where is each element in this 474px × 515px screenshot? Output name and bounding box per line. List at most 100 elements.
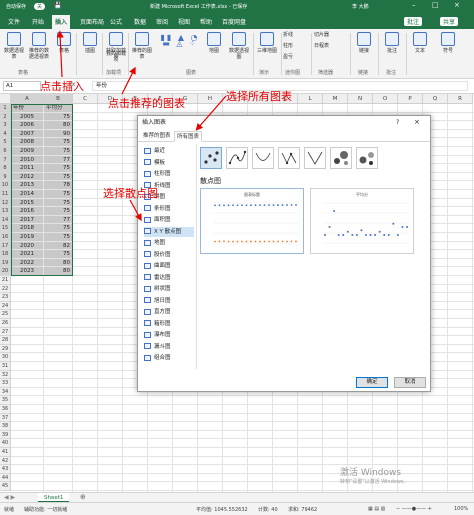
cell-score[interactable]: 75	[44, 190, 73, 199]
column-header-C[interactable]: C	[73, 94, 98, 104]
illustrations-button[interactable]: 插图	[78, 32, 102, 54]
recommended-pivot-button[interactable]: 推荐的数据透视表	[27, 32, 51, 60]
sparkline-column-button[interactable]: 柱形	[283, 43, 309, 49]
row-header[interactable]: 7	[0, 155, 11, 165]
row-header[interactable]: 11	[0, 190, 11, 199]
scatter-straight-subtype[interactable]	[304, 147, 326, 169]
cell-score[interactable]: 75	[44, 250, 73, 259]
cell-score[interactable]: 82	[44, 241, 73, 251]
cell-score[interactable]: 75	[44, 112, 73, 122]
row-header[interactable]: 24	[0, 301, 11, 311]
row-header[interactable]: 38	[0, 422, 11, 431]
cell-score[interactable]: 80	[44, 121, 73, 130]
row-header[interactable]: 36	[0, 405, 11, 414]
add-sheet-icon[interactable]: ⊕	[80, 493, 86, 501]
row-header[interactable]: 14	[0, 215, 11, 225]
cell-score[interactable]: 75	[44, 198, 73, 208]
row-header[interactable]: 9	[0, 172, 11, 182]
column-header-P[interactable]: P	[398, 94, 423, 104]
scatter-markers-subtype[interactable]	[200, 147, 222, 169]
chart-type-item[interactable]: 最近	[144, 146, 194, 156]
cell-score[interactable]: 75	[44, 147, 73, 156]
recommended-charts-button[interactable]: 推荐的图表	[130, 32, 154, 60]
help-button[interactable]: ?	[396, 119, 399, 126]
column-header-O[interactable]: O	[373, 94, 398, 104]
save-icon[interactable]: 💾	[54, 2, 61, 9]
row-header[interactable]: 3	[0, 121, 11, 130]
chart-type-item[interactable]: 地图	[144, 238, 194, 248]
cell-year[interactable]: 2010	[11, 155, 44, 165]
row-header[interactable]: 40	[0, 439, 11, 448]
cell-A1[interactable]: 年份	[11, 104, 44, 113]
cell-score[interactable]: 77	[44, 215, 73, 225]
chart-type-gallery[interactable]: ▮▮ ▲ ◔ ▬ ◬ ⁘	[158, 34, 202, 48]
column-header-A[interactable]: A	[11, 94, 44, 104]
row-header[interactable]: 27	[0, 327, 11, 337]
cancel-button[interactable]: 取消	[394, 377, 426, 388]
chart-type-item[interactable]: 曲面图	[144, 261, 194, 271]
row-header[interactable]: 19	[0, 258, 11, 268]
row-header[interactable]: 17	[0, 241, 11, 251]
zoom-slider[interactable]: − ——●—— +	[396, 506, 432, 512]
bubble-subtype[interactable]	[330, 147, 352, 169]
row-header[interactable]: 22	[0, 284, 11, 294]
row-header[interactable]: 8	[0, 164, 11, 173]
chart-type-item[interactable]: 模板	[144, 158, 194, 168]
cell-year[interactable]: 2013	[11, 181, 44, 190]
share-button[interactable]: 共享	[440, 17, 459, 26]
row-header[interactable]: 33	[0, 379, 11, 388]
row-header[interactable]: 12	[0, 198, 11, 208]
tab-all-charts[interactable]: 所有图表	[174, 131, 203, 142]
my-addins-button[interactable]: 我的加载项	[104, 51, 128, 63]
row-header[interactable]: 23	[0, 293, 11, 302]
row-header[interactable]: 32	[0, 370, 11, 380]
cell-year[interactable]: 2007	[11, 129, 44, 139]
chart-type-item[interactable]: 树状图	[144, 284, 194, 294]
autosave-toggle[interactable]: 关	[34, 3, 46, 10]
cell-year[interactable]: 2020	[11, 241, 44, 251]
tab-recommended-charts[interactable]: 推荐的图表	[141, 131, 173, 142]
minimize-icon[interactable]: –	[412, 1, 416, 9]
ok-button[interactable]: 确定	[356, 377, 388, 388]
cell-score[interactable]: 77	[44, 155, 73, 165]
row-header[interactable]: 20	[0, 267, 11, 276]
tab-review[interactable]: 审阅	[156, 17, 168, 26]
cell-score[interactable]: 75	[44, 233, 73, 242]
link-button[interactable]: 链接	[352, 32, 376, 54]
cell-year[interactable]: 2015	[11, 198, 44, 208]
table-button[interactable]: 表格	[52, 32, 76, 54]
row-header[interactable]: 43	[0, 465, 11, 474]
chart-type-item[interactable]: 漏斗图	[144, 342, 194, 352]
3d-map-button[interactable]: 三维地图	[255, 32, 279, 54]
row-header[interactable]: 4	[0, 129, 11, 139]
chart-type-item[interactable]: 条形图	[144, 204, 194, 214]
cell-B1[interactable]: 平均分	[44, 104, 73, 113]
row-header[interactable]: 44	[0, 473, 11, 483]
scatter-straight-markers-subtype[interactable]	[278, 147, 300, 169]
row-header[interactable]: 16	[0, 233, 11, 242]
user-name[interactable]: 李 大鹏	[352, 3, 369, 10]
chart-type-item[interactable]: 雷达图	[144, 273, 194, 283]
maximize-icon[interactable]: □	[432, 1, 439, 9]
row-header[interactable]: 42	[0, 456, 11, 466]
tab-baidu[interactable]: 百度网盘	[222, 17, 246, 26]
cell-year[interactable]: 2011	[11, 164, 44, 173]
cell-score[interactable]: 90	[44, 129, 73, 139]
cell-score[interactable]: 75	[44, 224, 73, 233]
maps-button[interactable]: 地图	[202, 32, 226, 54]
text-button[interactable]: 文本	[408, 32, 432, 54]
chart-type-item[interactable]: 瀑布图	[144, 330, 194, 340]
row-header[interactable]: 39	[0, 430, 11, 440]
name-box[interactable]: A1	[3, 81, 41, 91]
column-header-L[interactable]: L	[298, 94, 323, 104]
3d-bubble-subtype[interactable]	[356, 147, 378, 169]
cell-year[interactable]: 2018	[11, 224, 44, 233]
pivot-table-button[interactable]: 数据透视表	[2, 32, 26, 60]
comment-button[interactable]: 批注	[404, 17, 423, 26]
cell-year[interactable]: 2019	[11, 233, 44, 242]
row-header[interactable]: 35	[0, 396, 11, 405]
row-header[interactable]: 28	[0, 336, 11, 345]
tab-page-layout[interactable]: 页面布局	[80, 17, 104, 26]
cell-year[interactable]: 2005	[11, 112, 44, 122]
tab-help[interactable]: 帮助	[200, 17, 212, 26]
